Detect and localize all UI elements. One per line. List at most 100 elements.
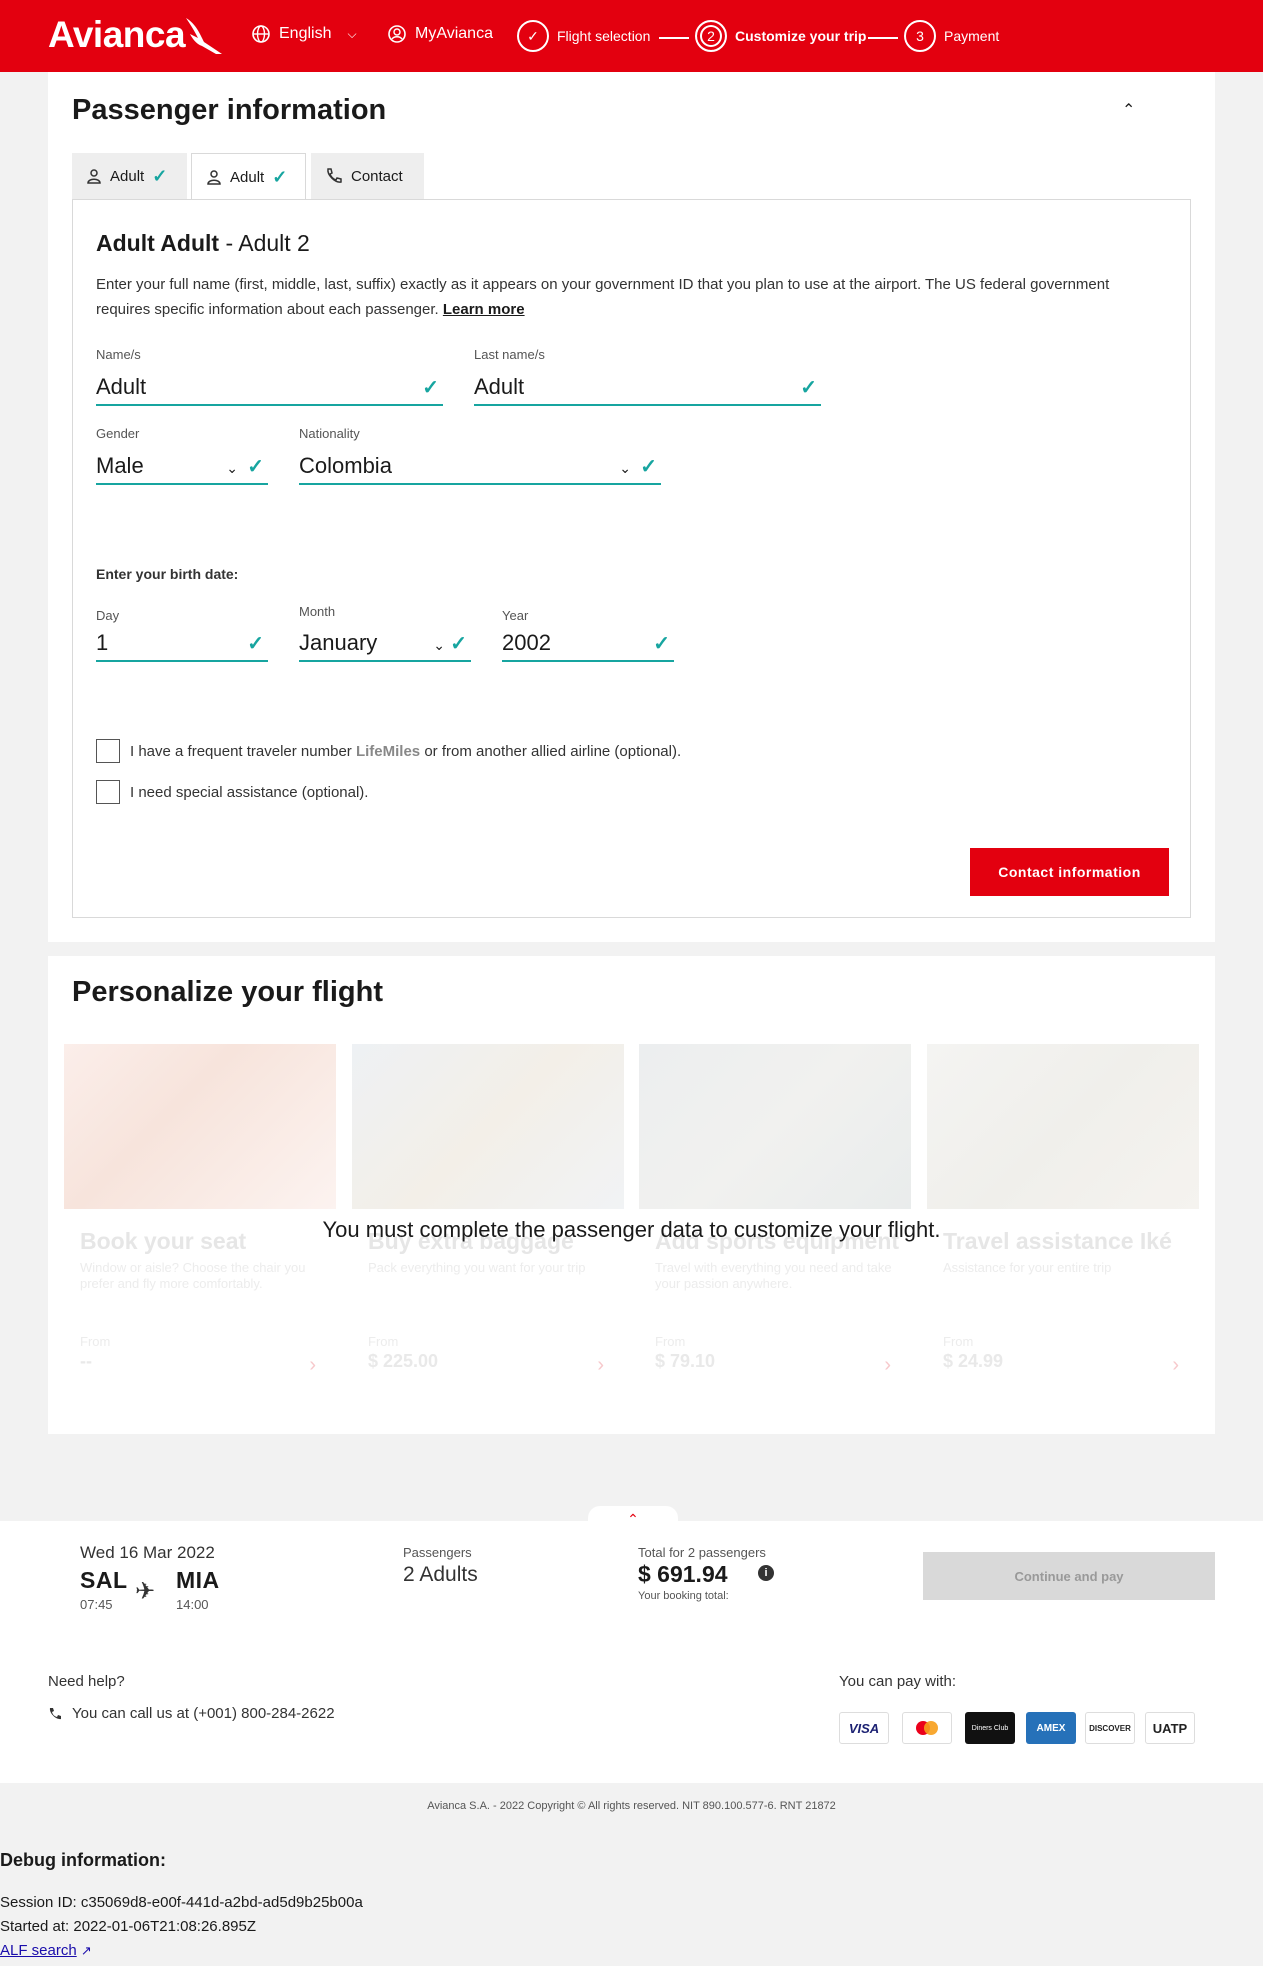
- step-flight-selection[interactable]: ✓ Flight selection: [517, 20, 650, 52]
- ff-text-end: or from another allied airline (optional…: [420, 742, 682, 760]
- pay-with-title: You can pay with:: [839, 1673, 957, 1690]
- frequent-traveler-label: I have a frequent traveler number LifeMi…: [130, 743, 681, 760]
- tab-label: Contact: [351, 167, 403, 185]
- lastname-value: Adult: [474, 374, 525, 399]
- year-input[interactable]: 2002 ✓: [502, 620, 674, 662]
- top-header: Avianca English ⌵ MyAvianca ✓ Flight sel…: [0, 0, 1263, 72]
- special-assistance-checkbox[interactable]: [96, 780, 120, 804]
- airplane-icon: ✈: [135, 1578, 156, 1605]
- frequent-traveler-row: I have a frequent traveler number LifeMi…: [96, 739, 681, 763]
- check-icon: ✓: [247, 633, 264, 655]
- step-label: Customize your trip: [735, 28, 867, 44]
- origin-code: SAL: [80, 1567, 128, 1593]
- month-label: Month: [299, 604, 336, 619]
- gender-value: Male: [96, 453, 144, 478]
- tab-adult-1[interactable]: Adult ✓: [72, 153, 187, 199]
- lastname-label: Last name/s: [474, 347, 545, 362]
- mastercard-card-icon: [902, 1712, 952, 1744]
- avianca-logo[interactable]: Avianca: [48, 14, 186, 56]
- step-payment[interactable]: 3 Payment: [904, 20, 999, 52]
- external-link-icon: ↗: [80, 1943, 92, 1958]
- step-customize-trip[interactable]: 2 Customize your trip: [695, 20, 866, 52]
- step-label: Flight selection: [557, 28, 651, 44]
- name-value: Adult: [96, 374, 147, 399]
- flight-date: Wed 16 Mar 2022: [80, 1543, 215, 1562]
- myavianca-link[interactable]: MyAvianca: [387, 24, 493, 44]
- visa-card-icon: VISA: [839, 1712, 889, 1744]
- month-select[interactable]: January ⌄ ✓: [299, 620, 471, 662]
- step-number: 3: [904, 20, 936, 52]
- ff-text: I have a frequent traveler number: [130, 742, 356, 760]
- amex-card-icon: AMEX: [1026, 1712, 1076, 1744]
- tab-adult-2[interactable]: Adult ✓: [191, 153, 306, 200]
- service-desc: Assistance for your entire trip: [943, 1260, 1112, 1275]
- phone-icon: [49, 1707, 61, 1719]
- total-price: $ 691.94: [638, 1561, 728, 1587]
- chevron-down-icon: ⌄: [226, 460, 238, 476]
- day-value: 1: [96, 630, 109, 655]
- service-price: --: [80, 1351, 92, 1371]
- alf-search-row: ALF search ↗: [0, 1942, 92, 1959]
- person-icon: [207, 170, 221, 185]
- service-from: From: [80, 1334, 111, 1349]
- frequent-traveler-checkbox[interactable]: [96, 739, 120, 763]
- call-us: You can call us at (+001) 800-284-2622: [48, 1705, 335, 1722]
- language-label: English: [279, 25, 332, 42]
- tab-label: Adult: [230, 168, 265, 186]
- service-from: From: [943, 1334, 974, 1349]
- total-label: Total for 2 passengers: [638, 1545, 766, 1560]
- birthdate-label: Enter your birth date:: [96, 566, 239, 582]
- chevron-right-icon: ›: [1172, 1354, 1179, 1376]
- service-price: $ 225.00: [368, 1351, 439, 1371]
- check-icon: ✓: [247, 456, 264, 478]
- session-id: Session ID: c35069d8-e00f-441d-a2bd-ad5d…: [0, 1894, 363, 1911]
- complete-data-message: You must complete the passenger data to …: [322, 1217, 941, 1242]
- chevron-down-icon: ⌄: [619, 460, 631, 476]
- phone-icon: [327, 168, 342, 183]
- gender-select[interactable]: Male ⌄ ✓: [96, 443, 268, 485]
- check-icon: ✓: [640, 456, 657, 478]
- service-desc: Pack everything you want for your trip: [368, 1260, 586, 1275]
- heading-index: - Adult 2: [219, 230, 310, 256]
- check-icon: ✓: [653, 633, 670, 655]
- globe-icon: [252, 25, 270, 43]
- special-assistance-label: I need special assistance (optional).: [130, 783, 369, 801]
- assistance-image: [927, 1044, 1199, 1209]
- origin-time: 07:45: [80, 1597, 113, 1612]
- chevron-right-icon: ›: [597, 1354, 604, 1376]
- alf-search-link[interactable]: ALF search: [0, 1942, 77, 1959]
- baggage-image: [352, 1044, 624, 1209]
- need-help-title: Need help?: [48, 1673, 125, 1690]
- started-at: Started at: 2022-01-06T21:08:26.895Z: [0, 1918, 257, 1935]
- intro-text: Enter your full name (first, middle, las…: [96, 272, 1156, 322]
- user-circle-icon: [388, 25, 406, 43]
- step-label: Payment: [944, 28, 1000, 44]
- service-desc: Window or aisle? Choose the chair you pr…: [80, 1260, 306, 1291]
- check-icon: ✓: [272, 166, 288, 187]
- lastname-input[interactable]: Adult ✓: [474, 364, 821, 406]
- contact-information-button[interactable]: Contact information: [970, 848, 1169, 896]
- bird-logo-icon: [186, 18, 222, 54]
- check-icon: ✓: [422, 377, 439, 399]
- info-icon[interactable]: i: [758, 1565, 774, 1581]
- checkmark-icon: ✓: [517, 20, 549, 52]
- day-input[interactable]: 1 ✓: [96, 620, 268, 662]
- debug-title: Debug information:: [0, 1850, 166, 1870]
- call-text: You can call us at (+001) 800-284-2622: [72, 1705, 335, 1722]
- tab-contact[interactable]: Contact: [311, 153, 424, 199]
- chevron-up-icon[interactable]: ⌃: [1122, 100, 1135, 120]
- nationality-value: Colombia: [299, 453, 392, 478]
- name-label: Name/s: [96, 347, 141, 362]
- tab-label: Adult: [110, 167, 145, 185]
- passengers-label: Passengers: [403, 1545, 472, 1560]
- lifemiles-text: LifeMiles: [355, 742, 421, 760]
- service-price: $ 79.10: [655, 1351, 716, 1371]
- service-from: From: [368, 1334, 399, 1349]
- language-selector[interactable]: English ⌵: [251, 24, 357, 44]
- chevron-up-icon[interactable]: ⌃: [588, 1506, 678, 1530]
- continue-and-pay-button[interactable]: Continue and pay: [923, 1552, 1215, 1600]
- chevron-right-icon: ›: [884, 1354, 891, 1376]
- nationality-select[interactable]: Colombia ⌄ ✓: [299, 443, 661, 485]
- name-input[interactable]: Adult ✓: [96, 364, 443, 406]
- learn-more-link[interactable]: Learn more: [443, 301, 525, 318]
